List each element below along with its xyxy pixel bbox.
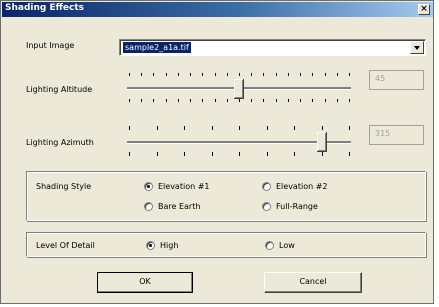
altitude-tick — [251, 73, 252, 76]
altitude-tick — [153, 73, 154, 76]
azimuth-tick — [322, 152, 323, 156]
altitude-tick — [288, 73, 289, 76]
radio-low-label[interactable]: Low — [279, 241, 295, 250]
radio-bare-earth[interactable] — [144, 202, 153, 211]
ok-button[interactable]: OK — [97, 272, 193, 293]
altitude-tick — [178, 73, 179, 76]
altitude-tick — [190, 99, 191, 102]
azimuth-tick — [157, 152, 158, 156]
altitude-tick — [312, 73, 313, 76]
altitude-tick — [325, 99, 326, 102]
azimuth-tick — [184, 152, 185, 156]
azimuth-tick — [239, 126, 240, 130]
level-of-detail-label: Level Of Detail — [36, 241, 95, 250]
shading-style-group — [26, 171, 426, 221]
azimuth-value-box: 315 — [369, 125, 424, 145]
altitude-tick — [166, 99, 167, 102]
altitude-tick — [239, 73, 240, 76]
altitude-tick — [153, 99, 154, 102]
altitude-tick — [288, 99, 289, 102]
altitude-tick — [325, 73, 326, 76]
azimuth-tick — [294, 126, 295, 130]
azimuth-tick — [129, 152, 130, 156]
altitude-tick — [337, 99, 338, 102]
altitude-tick — [190, 73, 191, 76]
radio-elevation-1-label[interactable]: Elevation #1 — [158, 182, 210, 191]
azimuth-tick — [349, 126, 350, 130]
altitude-ticks-bottom — [129, 99, 350, 102]
altitude-tick — [141, 73, 142, 76]
radio-full-range[interactable] — [262, 202, 271, 211]
azimuth-tick — [129, 126, 130, 130]
azimuth-tick — [212, 126, 213, 130]
radio-elevation-1[interactable] — [144, 182, 153, 191]
altitude-tick — [215, 99, 216, 102]
radio-bare-earth-label[interactable]: Bare Earth — [158, 202, 200, 211]
radio-high[interactable] — [146, 241, 155, 250]
altitude-tick — [300, 73, 301, 76]
altitude-tick — [178, 99, 179, 102]
azimuth-tick — [239, 152, 240, 156]
azimuth-tick — [267, 126, 268, 130]
altitude-tick — [263, 99, 264, 102]
azimuth-ticks-bottom — [129, 152, 350, 156]
azimuth-tick — [349, 152, 350, 156]
altitude-tick — [215, 73, 216, 76]
altitude-tick — [239, 99, 240, 102]
altitude-tick — [129, 73, 130, 76]
azimuth-tick — [294, 152, 295, 156]
altitude-tick — [337, 73, 338, 76]
azimuth-tick — [322, 126, 323, 130]
altitude-ticks-top — [129, 73, 350, 76]
radio-elevation-2-label[interactable]: Elevation #2 — [276, 182, 328, 191]
altitude-tick — [251, 99, 252, 102]
altitude-tick — [129, 99, 130, 102]
altitude-value-box: 45 — [369, 70, 424, 90]
slider-area — [127, 73, 351, 156]
azimuth-ticks-top — [129, 126, 350, 130]
altitude-tick — [349, 73, 350, 76]
altitude-tick — [263, 73, 264, 76]
altitude-tick — [276, 99, 277, 102]
altitude-tick — [349, 99, 350, 102]
azimuth-tick — [267, 152, 268, 156]
altitude-tick — [202, 99, 203, 102]
altitude-tick — [300, 99, 301, 102]
altitude-tick — [312, 99, 313, 102]
radio-full-range-label[interactable]: Full-Range — [276, 202, 318, 211]
altitude-tick — [202, 73, 203, 76]
altitude-slider-thumb[interactable] — [234, 79, 244, 99]
azimuth-tick — [157, 126, 158, 130]
altitude-tick — [276, 73, 277, 76]
altitude-tick — [166, 73, 167, 76]
azimuth-tick — [212, 152, 213, 156]
altitude-tick — [227, 99, 228, 102]
altitude-tick — [227, 73, 228, 76]
altitude-tick — [141, 99, 142, 102]
cancel-button[interactable]: Cancel — [264, 272, 362, 293]
shading-style-label: Shading Style — [36, 182, 92, 191]
shading-effects-dialog: Shading Effects × Input Image sample2_a1… — [0, 0, 434, 304]
radio-elevation-2[interactable] — [262, 182, 271, 191]
azimuth-tick — [184, 126, 185, 130]
radio-low[interactable] — [265, 241, 274, 250]
azimuth-slider-thumb[interactable] — [317, 132, 327, 152]
radio-high-label[interactable]: High — [160, 241, 178, 250]
